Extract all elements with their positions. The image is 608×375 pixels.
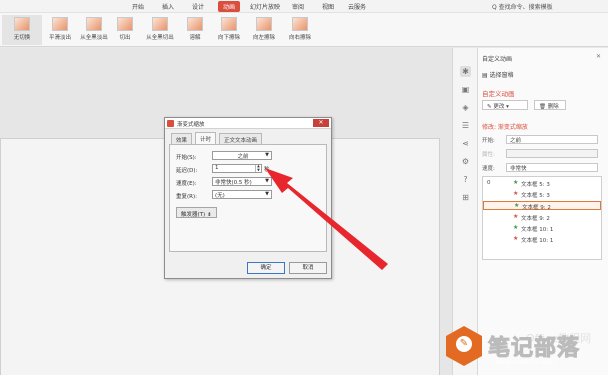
transition-thumb-icon — [52, 17, 68, 31]
menu-view[interactable]: 视图 — [322, 2, 334, 11]
delay-label: 延迟(D): — [176, 168, 198, 174]
chevron-down-icon: ▼ — [265, 178, 269, 184]
menu-animation[interactable]: 动画 — [218, 1, 241, 12]
timing-panel: 开始(S): 之前 ▼ 延迟(D): 1 ▲ ▼ 秒 速度(E): 非常快(0.5 秒… — [169, 144, 327, 252]
section-title: 自定义动画 — [482, 90, 515, 98]
pane-start-select[interactable]: 之前 — [506, 135, 598, 144]
transition-wipe-left[interactable]: 向左擦除 — [244, 15, 284, 45]
pane-speed-row: 速度: 非常快 — [482, 163, 598, 172]
watermark-logo-icon: ✎ — [446, 326, 482, 366]
chevron-down-icon: ▼ — [265, 152, 269, 158]
entrance-star-icon: ★ — [513, 179, 519, 186]
tab-effect[interactable]: 效果 — [171, 133, 193, 144]
grid-icon[interactable]: ⊞ — [460, 192, 471, 203]
list-icon[interactable]: ☰ — [460, 120, 471, 131]
exit-star-icon: ★ — [513, 190, 519, 197]
menu-slideshow[interactable]: 幻灯片放映 — [250, 2, 280, 11]
modify-title: 修改: 渐变式缩放 — [482, 124, 528, 131]
help-icon[interactable]: ? — [460, 174, 471, 185]
spinner-icon[interactable]: ▲ ▼ — [255, 164, 261, 172]
dialog-title: 渐变式缩放 — [177, 122, 205, 128]
transition-cut-black[interactable]: 从全黑切出 — [140, 15, 180, 45]
transition-wipe-down[interactable]: 向下擦除 — [209, 15, 249, 45]
trash-icon: 🗑 — [539, 104, 548, 110]
list-item-selected[interactable]: ★ 文本框 9: 2 — [483, 201, 601, 211]
transition-thumb-icon — [187, 17, 203, 31]
menu-review[interactable]: 审阅 — [292, 2, 304, 11]
menu-cloud[interactable]: 云服务 — [348, 2, 366, 11]
shapes-icon[interactable]: ◈ — [460, 102, 471, 113]
delay-unit: 秒 — [264, 167, 270, 173]
transition-wipe-right[interactable]: 向右擦除 — [280, 15, 320, 45]
transition-thumb-icon — [86, 17, 102, 31]
exit-star-icon: ★ — [513, 213, 519, 220]
pane-title: 自定义动画 — [482, 56, 513, 63]
ok-button[interactable]: 确定 — [247, 262, 285, 274]
menu-insert[interactable]: 插入 — [162, 2, 174, 11]
select-pane-icon: ▤ — [482, 72, 490, 79]
pane-close-icon[interactable]: ✕ — [596, 53, 601, 60]
transition-none[interactable]: 无切换 — [2, 15, 42, 45]
settings-icon[interactable]: ⚙ — [460, 156, 471, 167]
exit-star-icon: ★ — [513, 235, 519, 242]
tab-timing[interactable]: 计时 — [195, 132, 217, 144]
transition-thumb-icon — [292, 17, 308, 31]
speed-select[interactable]: 非常快(0.5 秒) ▼ — [212, 177, 272, 186]
ribbon: 无切换 平滑淡出 从全黑淡出 切出 从全黑切出 溶解 向下擦除 向左擦除 向右擦… — [0, 13, 608, 47]
animation-icon[interactable]: ✱ — [460, 66, 471, 77]
dialog-titlebar: 渐变式缩放 ✕ — [165, 118, 331, 129]
tab-text-animation[interactable]: 正文文本动画 — [219, 133, 263, 144]
trigger-button[interactable]: 触发器(T) ⇟ — [176, 207, 217, 218]
list-item[interactable]: 0 ★ 文本框 5: 3 — [483, 179, 601, 188]
speed-label: 速度(E): — [176, 181, 197, 187]
transition-thumb-icon — [14, 17, 30, 31]
transition-thumb-icon — [256, 17, 272, 31]
slides-icon[interactable]: ▣ — [460, 84, 471, 95]
animation-list: 0 ★ 文本框 5: 3 ★ 文本框 5: 3 ★ 文本框 9: 2 ★ 文本框 9: 2… — [482, 176, 602, 260]
watermark-text: 笔记部落 — [487, 336, 581, 362]
delete-button[interactable]: 🗑 删除 — [534, 100, 566, 110]
menu-start[interactable]: 开始 — [132, 2, 144, 11]
transition-thumb-icon — [117, 17, 133, 31]
transition-thumb-icon — [221, 17, 237, 31]
entrance-star-icon: ★ — [513, 224, 519, 231]
menu-bar: 开始 插入 设计 动画 幻灯片放映 审阅 视图 云服务 Q 查找命令、搜索模板 — [0, 0, 608, 13]
select-pane-link[interactable]: ▤ 选择窗格 — [482, 70, 514, 79]
list-item[interactable]: ★ 文本框 10: 1 — [483, 224, 601, 233]
transition-cut[interactable]: 切出 — [105, 15, 145, 45]
cancel-button[interactable]: 取消 — [289, 262, 327, 274]
zoom-timing-dialog: 渐变式缩放 ✕ 效果 计时 正文文本动画 开始(S): 之前 ▼ 延迟(D): 1… — [164, 117, 332, 279]
app-logo-icon — [167, 120, 174, 127]
pane-property-row: 属性: — [482, 149, 598, 158]
delay-input[interactable]: 1 ▲ ▼ — [212, 164, 262, 173]
pen-icon: ✎ — [456, 336, 472, 352]
repeat-label: 重复(R): — [176, 194, 197, 200]
list-item[interactable]: ★ 文本框 10: 1 — [483, 235, 601, 244]
pane-start-row: 开始: 之前 — [482, 135, 598, 144]
list-item[interactable]: ★ 文本框 5: 3 — [483, 190, 601, 199]
watermark-url: www.notetribe.com — [496, 359, 555, 366]
pane-speed-select[interactable]: 非常快 — [506, 163, 598, 172]
close-icon[interactable]: ✕ — [313, 119, 329, 127]
pane-property-select — [506, 149, 598, 158]
chevron-down-icon: ▼ — [265, 191, 269, 197]
repeat-select[interactable]: (无) ▼ — [212, 190, 272, 199]
start-select[interactable]: 之前 ▼ — [212, 151, 272, 160]
change-button[interactable]: ✎ 更改 ▾ — [482, 100, 528, 110]
transition-thumb-icon — [152, 17, 168, 31]
entrance-star-icon: ★ — [514, 202, 520, 209]
menu-design[interactable]: 设计 — [192, 2, 204, 11]
share-icon[interactable]: ⋖ — [460, 138, 471, 149]
list-item[interactable]: ★ 文本框 9: 2 — [483, 213, 601, 222]
start-label: 开始(S): — [176, 155, 197, 161]
search-command[interactable]: Q 查找命令、搜索模板 — [492, 2, 553, 11]
watermark: Office教程网 ✎ 笔记部落 www.notetribe.com — [440, 318, 608, 375]
